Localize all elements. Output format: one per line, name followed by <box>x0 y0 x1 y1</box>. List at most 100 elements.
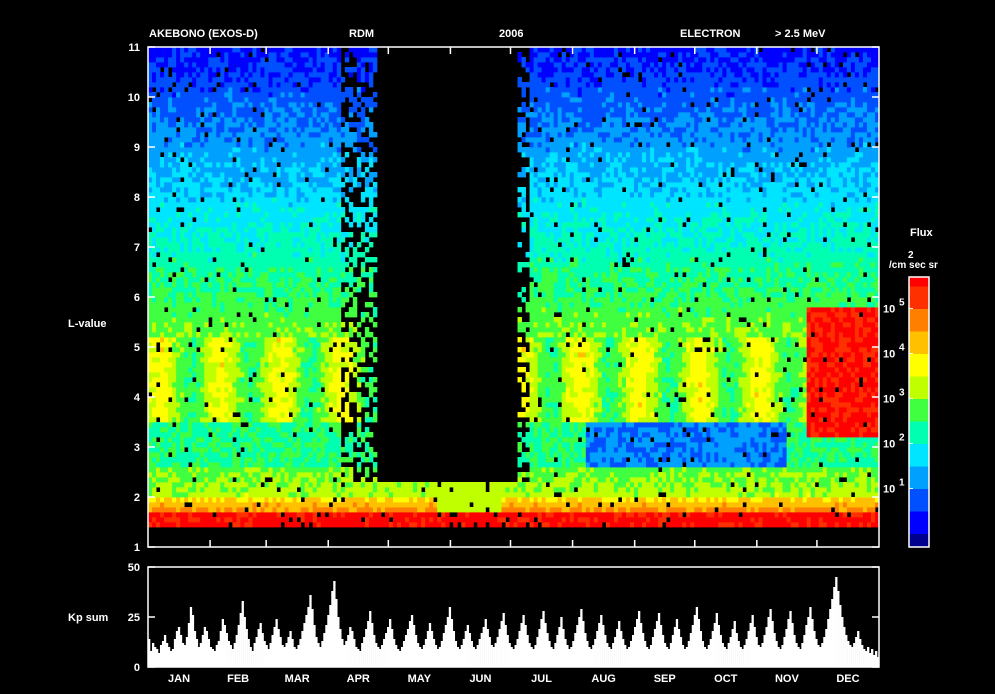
flux-cell <box>256 327 261 333</box>
flux-cell <box>228 367 233 373</box>
flux-cell <box>256 377 261 383</box>
flux-cell <box>292 472 298 478</box>
flux-cell <box>316 457 322 463</box>
flux-cell <box>156 517 161 523</box>
flux-cell <box>268 122 273 128</box>
flux-cell <box>196 227 201 233</box>
flux-cell <box>308 327 314 333</box>
flux-cell <box>340 477 346 483</box>
flux-cell <box>376 487 382 493</box>
flux-cell <box>324 142 330 148</box>
flux-cell <box>300 502 306 508</box>
flux-cell <box>204 377 209 383</box>
flux-cell <box>356 212 362 218</box>
flux-cell <box>312 482 318 488</box>
flux-cell <box>184 272 189 278</box>
flux-cell <box>376 492 382 498</box>
flux-cell <box>212 127 217 133</box>
flux-cell <box>248 457 253 463</box>
flux-cell <box>216 167 221 173</box>
flux-cell <box>368 377 374 383</box>
flux-cell <box>180 377 185 383</box>
flux-cell <box>172 397 177 403</box>
flux-cell <box>196 517 201 523</box>
flux-cell <box>328 117 334 123</box>
flux-cell <box>220 232 225 238</box>
flux-cell <box>405 507 410 513</box>
flux-cell <box>276 477 281 483</box>
flux-cell <box>336 47 342 53</box>
flux-cell <box>372 257 378 263</box>
flux-cell <box>292 57 298 63</box>
flux-cell <box>336 217 342 223</box>
flux-cell <box>188 432 193 438</box>
flux-cell <box>220 222 225 228</box>
flux-cell <box>172 92 177 98</box>
flux-cell <box>224 182 229 188</box>
flux-cell <box>228 292 233 298</box>
flux-cell <box>324 97 330 103</box>
flux-cell <box>352 452 358 458</box>
flux-cell <box>152 332 157 338</box>
flux-cell <box>316 152 322 158</box>
flux-cell <box>184 237 189 243</box>
flux-cell <box>264 187 269 193</box>
flux-cell <box>292 457 298 463</box>
flux-cell <box>348 502 354 508</box>
flux-cell <box>216 137 221 143</box>
flux-cell <box>156 472 161 478</box>
flux-cell <box>320 142 326 148</box>
flux-cell <box>188 217 193 223</box>
flux-cell <box>216 157 221 163</box>
flux-cell <box>176 87 181 93</box>
flux-cell <box>244 447 249 453</box>
flux-cell <box>308 407 314 413</box>
flux-cell <box>332 317 338 323</box>
flux-cell <box>160 447 165 453</box>
flux-cell <box>308 282 314 288</box>
flux-cell <box>188 277 193 283</box>
flux-cell <box>324 302 330 308</box>
flux-cell <box>356 252 362 258</box>
flux-cell <box>272 217 277 223</box>
flux-cell <box>356 397 362 403</box>
flux-cell <box>168 377 173 383</box>
flux-cell <box>344 497 350 503</box>
flux-cell <box>188 372 193 378</box>
flux-cell <box>172 332 177 338</box>
flux-cell <box>224 97 229 103</box>
flux-cell <box>236 57 241 63</box>
flux-cell <box>224 442 229 448</box>
flux-cell <box>188 137 193 143</box>
flux-cell <box>332 392 338 398</box>
flux-cell <box>268 342 273 348</box>
flux-cell <box>192 517 197 523</box>
flux-cell <box>268 482 273 488</box>
flux-cell <box>196 197 201 203</box>
flux-cell <box>184 67 189 73</box>
flux-cell <box>200 82 205 88</box>
flux-cell <box>220 127 225 133</box>
flux-cell <box>409 507 414 513</box>
flux-cell <box>320 332 326 338</box>
flux-cell <box>164 287 169 293</box>
flux-cell <box>252 407 257 413</box>
flux-cell <box>324 197 330 203</box>
flux-cell <box>252 327 257 333</box>
flux-cell <box>156 112 161 118</box>
flux-cell <box>156 82 161 88</box>
flux-cell <box>236 297 241 303</box>
flux-cell <box>268 212 273 218</box>
flux-cell <box>256 47 261 53</box>
flux-cell <box>208 207 213 213</box>
flux-cell <box>372 232 378 238</box>
flux-cell <box>244 142 249 148</box>
flux-cell <box>152 172 157 178</box>
flux-cell <box>160 177 165 183</box>
flux-cell <box>240 122 245 128</box>
flux-cell <box>336 397 342 403</box>
flux-cell <box>220 147 225 153</box>
flux-cell <box>240 97 245 103</box>
flux-cell <box>280 312 285 318</box>
flux-cell <box>397 482 402 488</box>
